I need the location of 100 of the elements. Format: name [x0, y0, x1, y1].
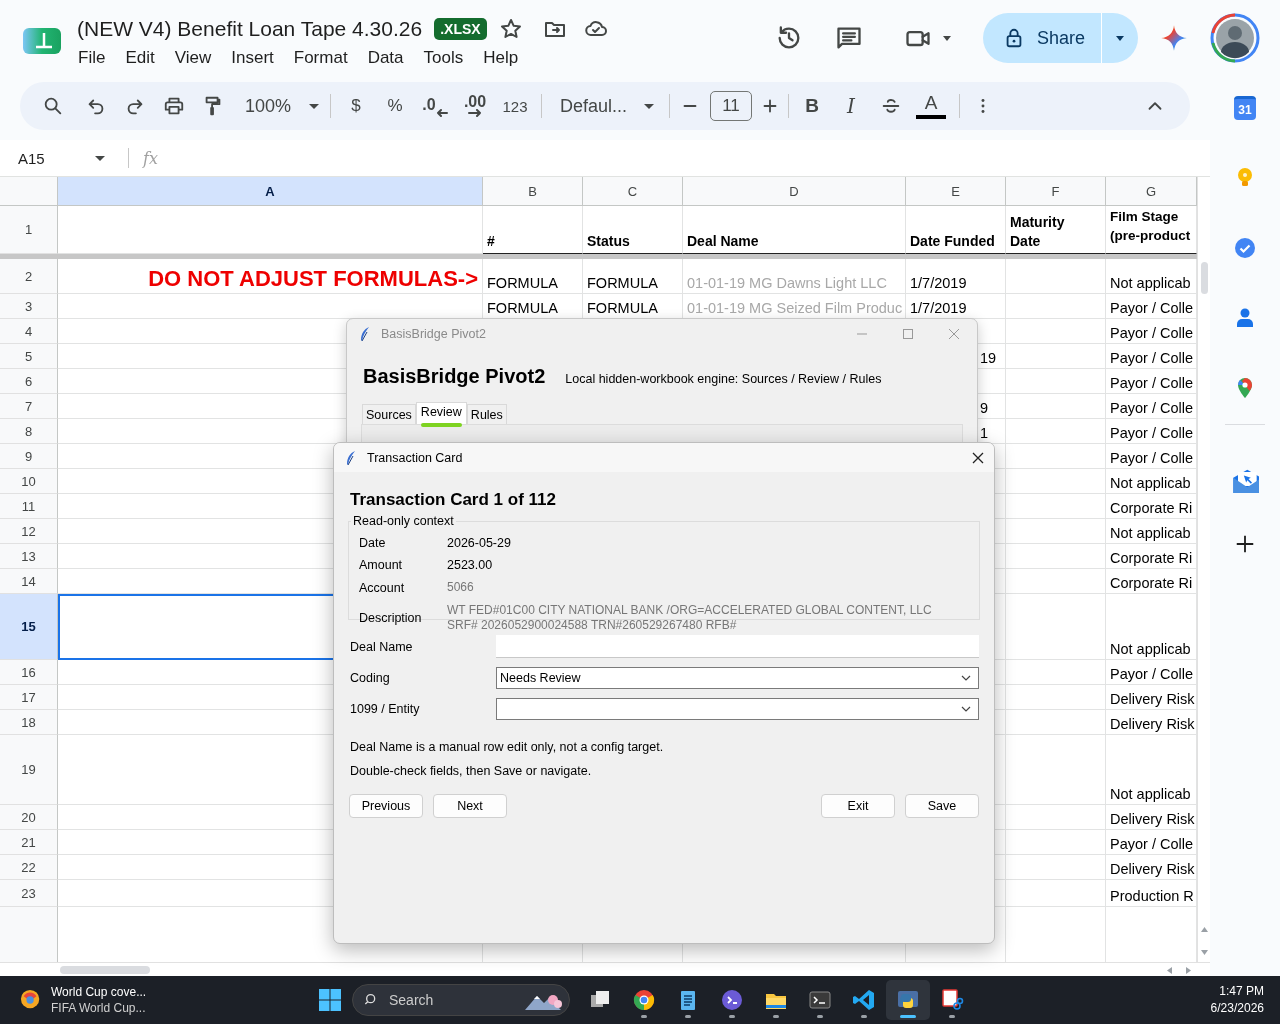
row-header[interactable]: 18	[0, 710, 58, 735]
row-header[interactable]: 3	[0, 294, 58, 319]
name-box[interactable]: A15	[0, 149, 110, 167]
tab[interactable]: Rules	[466, 404, 507, 424]
column-header[interactable]: E	[906, 177, 1006, 206]
column-header[interactable]: G	[1106, 177, 1197, 206]
tab[interactable]: Review	[415, 402, 467, 424]
running-indicator	[817, 1015, 823, 1018]
card-heading: Transaction Card 1 of 112	[350, 490, 556, 510]
text-color-button[interactable]: A	[916, 93, 946, 119]
running-indicator	[641, 1015, 647, 1018]
calendar-icon[interactable]: 31	[1234, 96, 1256, 120]
running-indicator	[900, 1015, 916, 1018]
row-header[interactable]: 20	[0, 805, 58, 830]
column-header[interactable]: F	[1006, 177, 1106, 206]
menu-item[interactable]: Insert	[230, 46, 283, 70]
search-field[interactable]: Search	[352, 984, 570, 1016]
font-size-field[interactable]: 11	[710, 91, 752, 121]
menu-item[interactable]: Help	[482, 46, 528, 70]
number-format[interactable]: 123	[502, 97, 528, 115]
row-header[interactable]: 23	[0, 880, 58, 907]
news-icon[interactable]	[20, 989, 42, 1011]
row-header[interactable]: 8	[0, 419, 58, 444]
menu-item[interactable]: Tools	[422, 46, 473, 70]
row-header[interactable]: 4	[0, 319, 58, 344]
tab[interactable]: Sources	[362, 404, 416, 424]
running-indicator	[729, 1015, 735, 1018]
row-header[interactable]: 1	[0, 206, 58, 254]
app-subtitle: Local hidden-workbook engine: Sources / Review / Rules	[565, 372, 882, 386]
row-header[interactable]: 5	[0, 344, 58, 369]
clock-date: 6/23/2026	[1210, 1000, 1264, 1017]
column-header[interactable]: A	[58, 177, 483, 206]
start-icon[interactable]	[318, 988, 342, 1012]
sparkle-icon[interactable]	[1160, 24, 1188, 52]
news-widget[interactable]: World Cup cove... FIFA World Cup...	[51, 984, 147, 1016]
window-title: Transaction Card	[367, 450, 463, 465]
avatar-icon[interactable]	[1210, 13, 1260, 63]
font-dropdown[interactable]: Defaul...	[542, 91, 669, 121]
action-button[interactable]: Exit	[821, 794, 895, 818]
row-header[interactable]: 9	[0, 444, 58, 469]
row-header[interactable]: 2	[0, 259, 58, 294]
row-header[interactable]: 10	[0, 469, 58, 494]
percent-format[interactable]: %	[387, 96, 403, 116]
decrease-decimal[interactable]: .0	[422, 95, 448, 117]
scroll-down-icon[interactable]	[1200, 949, 1209, 957]
print-icon[interactable]	[163, 95, 185, 117]
row-header[interactable]: 13	[0, 544, 58, 569]
menu-item[interactable]: File	[77, 46, 115, 70]
corner-cell[interactable]	[0, 177, 58, 206]
currency-format[interactable]: $	[351, 96, 361, 116]
increase-decimal[interactable]: .00	[463, 95, 487, 117]
field-value: 5066	[447, 580, 475, 595]
italic-button[interactable]: I	[847, 94, 855, 118]
row-header[interactable]: 6	[0, 369, 58, 394]
field-label: 1099 / Entity	[350, 702, 421, 716]
scrollbar-thumb[interactable]	[1201, 262, 1208, 294]
table-cell: FORMULA	[583, 259, 683, 294]
input-field[interactable]	[496, 635, 979, 658]
star-icon[interactable]	[498, 17, 523, 41]
scroll-right-icon[interactable]	[1185, 966, 1193, 975]
row-header[interactable]: 11	[0, 494, 58, 519]
nav-button[interactable]: Previous	[349, 794, 423, 818]
row-header[interactable]: 19	[0, 735, 58, 805]
row-header[interactable]: 21	[0, 830, 58, 855]
feather-icon	[345, 449, 357, 466]
menu-item[interactable]: Data	[366, 46, 413, 70]
share-button[interactable]: Share	[983, 13, 1138, 63]
search-icon[interactable]	[42, 95, 64, 117]
menu-item[interactable]: Edit	[124, 46, 164, 70]
row-header[interactable]: 7	[0, 394, 58, 419]
row-header[interactable]: 17	[0, 685, 58, 710]
task-check-icon[interactable]	[1233, 236, 1257, 260]
taskbar-app[interactable]	[886, 980, 930, 1020]
scroll-left-icon[interactable]	[1165, 966, 1173, 975]
scrollbar-thumb[interactable]	[60, 966, 150, 974]
formula-label: fx	[143, 148, 158, 168]
row-header[interactable]: 22	[0, 855, 58, 880]
column-header[interactable]: D	[683, 177, 906, 206]
row-header[interactable]: 16	[0, 660, 58, 685]
row-header[interactable]: 12	[0, 519, 58, 544]
menu-item[interactable]: View	[173, 46, 221, 70]
close-icon[interactable]	[971, 450, 985, 465]
menu-item[interactable]: Format	[292, 46, 357, 70]
dropdown-field[interactable]	[496, 698, 979, 720]
row-header[interactable]: 14	[0, 569, 58, 594]
note-text: Deal Name is a manual row edit only, not a config target.	[350, 740, 665, 754]
column-header[interactable]: C	[583, 177, 683, 206]
action-button[interactable]: Save	[905, 794, 979, 818]
nav-button[interactable]: Next	[433, 794, 507, 818]
dropdown-field[interactable]: Needs Review	[496, 667, 979, 689]
table-cell: 1/7/2019	[906, 259, 1006, 294]
field-label: Coding	[350, 671, 391, 685]
add-icon[interactable]	[1234, 533, 1256, 555]
column-header[interactable]: B	[483, 177, 583, 206]
panel-legend: Read-only context	[351, 514, 456, 528]
field-label: Amount	[359, 558, 404, 572]
row-header[interactable]: 15	[0, 594, 58, 660]
zoom-dropdown[interactable]: 100%	[227, 91, 330, 121]
scroll-up-icon[interactable]	[1200, 925, 1209, 933]
bold-button[interactable]: B	[805, 95, 819, 117]
